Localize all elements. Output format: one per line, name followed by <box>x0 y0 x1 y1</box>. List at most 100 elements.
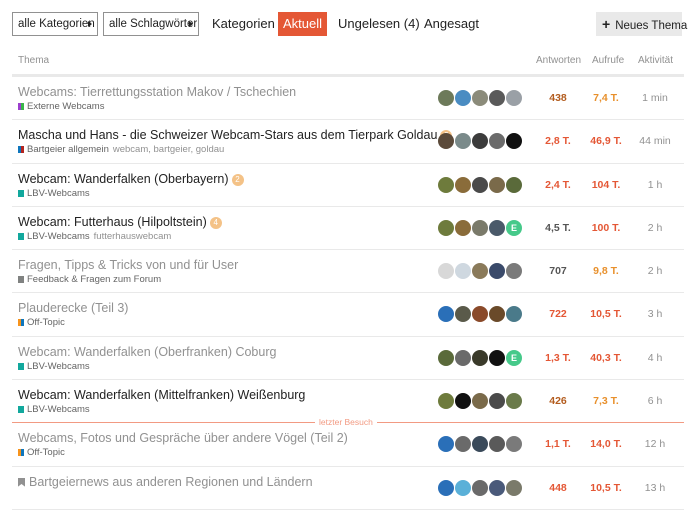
header-replies[interactable]: Antworten <box>536 55 581 66</box>
avatar[interactable] <box>438 306 454 323</box>
topic-title[interactable]: Bartgeiernews aus anderen Regionen und L… <box>18 475 313 489</box>
replies-count[interactable]: 2,8 T. <box>538 135 578 147</box>
avatar[interactable] <box>455 176 471 193</box>
activity-time[interactable]: 6 h <box>632 395 678 407</box>
topic-title-text[interactable]: Webcams: Tierrettungsstation Makov / Tsc… <box>18 85 296 99</box>
category-link[interactable]: Externe Webcams <box>27 101 104 112</box>
activity-time[interactable]: 2 h <box>632 222 678 234</box>
avatar[interactable] <box>455 219 471 236</box>
category-link[interactable]: LBV-Webcams <box>27 404 90 415</box>
avatar[interactable] <box>472 479 488 496</box>
avatar[interactable] <box>438 349 454 366</box>
header-views[interactable]: Aufrufe <box>592 55 624 66</box>
category-link[interactable]: LBV-Webcams <box>27 188 90 199</box>
avatar[interactable] <box>489 176 505 193</box>
avatar[interactable] <box>506 90 522 106</box>
topic-title[interactable]: Webcam: Futterhaus (Hilpoltstein) 4 <box>18 215 222 229</box>
replies-count[interactable]: 426 <box>538 395 578 407</box>
topic-row[interactable]: Plauderecke (Teil 3) Off-Topic 722 10,5 T. 3… <box>12 293 684 337</box>
avatar[interactable] <box>438 263 454 280</box>
topic-title-text[interactable]: Webcam: Futterhaus (Hilpoltstein) <box>18 215 207 229</box>
replies-count[interactable]: 2,4 T. <box>538 179 578 191</box>
topic-title[interactable]: Mascha und Hans - die Schweizer Webcam-S… <box>18 128 453 143</box>
avatar[interactable] <box>472 263 488 280</box>
category-link[interactable]: Bartgeier allgemein <box>27 144 109 155</box>
topic-row[interactable]: Webcams, Fotos und Gespräche über andere… <box>12 423 684 467</box>
tab-unread[interactable]: Ungelesen (4) <box>331 12 427 36</box>
avatar[interactable] <box>455 393 471 410</box>
category-link[interactable]: LBV-Webcams <box>27 231 90 242</box>
topic-title-text[interactable]: Webcam: Wanderfalken (Mittelfranken) Wei… <box>18 388 305 402</box>
replies-count[interactable]: 722 <box>538 308 578 320</box>
avatar[interactable] <box>455 306 471 323</box>
topic-title[interactable]: Webcam: Wanderfalken (Oberfranken) Cobur… <box>18 345 276 359</box>
topic-tags[interactable]: webcam, bartgeier, goldau <box>113 144 224 155</box>
tab-top[interactable]: Angesagt <box>417 12 486 36</box>
topic-row[interactable]: Fragen, Tipps & Tricks von und für User F… <box>12 250 684 294</box>
topic-row[interactable]: Webcam: Futterhaus (Hilpoltstein) 4 LBV-We… <box>12 207 684 251</box>
avatar[interactable] <box>438 393 454 410</box>
topic-tags[interactable]: futterhauswebcam <box>94 231 172 242</box>
tab-latest[interactable]: Aktuell <box>278 12 327 36</box>
avatar[interactable] <box>472 393 488 410</box>
topic-title[interactable]: Webcam: Wanderfalken (Mittelfranken) Wei… <box>18 388 305 402</box>
topic-title[interactable]: Webcam: Wanderfalken (Oberbayern) 2 <box>18 172 244 186</box>
new-posts-badge[interactable]: 4 <box>209 216 222 229</box>
avatar[interactable] <box>472 90 488 106</box>
replies-count[interactable]: 1,1 T. <box>538 438 578 450</box>
topic-title-text[interactable]: Mascha und Hans - die Schweizer Webcam-S… <box>18 128 437 142</box>
avatar[interactable] <box>506 436 522 453</box>
topic-title-text[interactable]: Webcams, Fotos und Gespräche über andere… <box>18 431 348 445</box>
avatar[interactable] <box>489 263 505 280</box>
header-activity[interactable]: Aktivität <box>638 55 673 66</box>
topic-row[interactable]: Webcam: Wanderfalken (Oberfranken) Cobur… <box>12 337 684 381</box>
topic-title[interactable]: Fragen, Tipps & Tricks von und für User <box>18 258 238 272</box>
topic-title[interactable]: Webcams: Tierrettungsstation Makov / Tsc… <box>18 85 296 99</box>
activity-time[interactable]: 13 h <box>632 482 678 494</box>
topic-title[interactable]: Webcams, Fotos und Gespräche über andere… <box>18 431 348 445</box>
topic-title-text[interactable]: Fragen, Tipps & Tricks von und für User <box>18 258 238 272</box>
activity-time[interactable]: 12 h <box>632 438 678 450</box>
activity-time[interactable]: 2 h <box>632 265 678 277</box>
category-link[interactable]: Feedback & Fragen zum Forum <box>27 274 161 285</box>
avatar[interactable] <box>506 176 522 193</box>
topic-row[interactable]: Webcam: Wanderfalken (Oberbayern) 2 LBV-We… <box>12 164 684 207</box>
avatar[interactable] <box>472 349 488 366</box>
category-link[interactable]: LBV-Webcams <box>27 361 90 372</box>
tab-categories[interactable]: Kategorien <box>205 12 282 36</box>
avatar[interactable] <box>489 349 505 366</box>
avatar[interactable] <box>438 90 454 106</box>
activity-time[interactable]: 1 h <box>632 179 678 191</box>
replies-count[interactable]: 707 <box>538 265 578 277</box>
activity-time[interactable]: 44 min <box>632 135 678 147</box>
activity-time[interactable]: 3 h <box>632 308 678 320</box>
topic-row[interactable]: Mascha und Hans - die Schweizer Webcam-S… <box>12 120 684 164</box>
topic-title-text[interactable]: Webcam: Wanderfalken (Oberbayern) <box>18 172 229 186</box>
activity-time[interactable]: 1 min <box>632 92 678 104</box>
avatar[interactable] <box>489 306 505 323</box>
avatar[interactable] <box>455 133 471 150</box>
avatar[interactable] <box>455 263 471 280</box>
avatar[interactable]: E <box>506 219 522 236</box>
topic-title-text[interactable]: Plauderecke (Teil 3) <box>18 301 128 315</box>
categories-dropdown[interactable]: alle Kategorien <box>12 12 98 36</box>
avatar[interactable] <box>438 436 454 453</box>
activity-time[interactable]: 4 h <box>632 352 678 364</box>
avatar[interactable] <box>455 90 471 106</box>
avatar[interactable] <box>472 219 488 236</box>
category-link[interactable]: Off-Topic <box>27 447 65 458</box>
topic-row[interactable]: Webcams: Tierrettungsstation Makov / Tsc… <box>12 77 684 121</box>
topic-title[interactable]: Plauderecke (Teil 3) <box>18 301 128 315</box>
avatar[interactable] <box>472 306 488 323</box>
avatar[interactable] <box>506 306 522 323</box>
avatar[interactable] <box>438 479 454 496</box>
replies-count[interactable]: 4,5 T. <box>538 222 578 234</box>
avatar[interactable] <box>489 393 505 410</box>
avatar[interactable]: E <box>506 349 522 366</box>
avatar[interactable] <box>472 176 488 193</box>
avatar[interactable] <box>489 133 505 150</box>
avatar[interactable] <box>472 133 488 150</box>
new-topic-button[interactable]: + Neues Thema <box>596 12 687 36</box>
replies-count[interactable]: 448 <box>538 482 578 494</box>
tags-dropdown[interactable]: alle Schlagwörter <box>103 12 199 36</box>
